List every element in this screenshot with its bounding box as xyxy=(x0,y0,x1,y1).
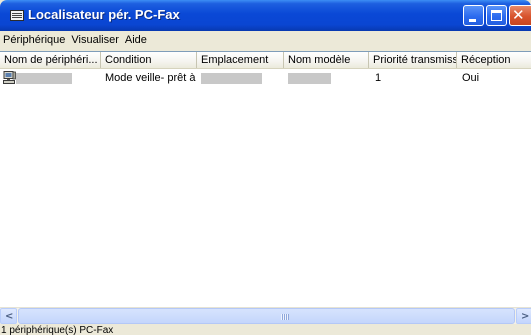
cell-emplacement xyxy=(197,70,284,86)
window-title: Localisateur pér. PC-Fax xyxy=(28,7,180,22)
column-header-nom-modele[interactable]: Nom modèle xyxy=(284,52,369,68)
status-bar: 1 périphérique(s) PC-Fax xyxy=(0,324,531,335)
cell-nom-modele xyxy=(284,70,369,86)
close-button[interactable]: ✕ xyxy=(509,5,531,26)
maximize-icon xyxy=(491,10,502,21)
minimize-button[interactable] xyxy=(463,5,484,26)
cell-nom xyxy=(0,70,101,86)
menu-bar: Périphérique Visualiser Aide xyxy=(0,31,531,49)
menu-peripherique[interactable]: Périphérique xyxy=(0,31,68,49)
scroll-right-button[interactable]: > xyxy=(516,308,531,324)
column-header-nom[interactable]: Nom de périphéri... xyxy=(0,52,101,68)
cell-reception: Oui xyxy=(462,72,480,84)
horizontal-scrollbar[interactable]: < > xyxy=(0,307,531,324)
chevron-left-icon: < xyxy=(5,311,14,322)
device-name-redacted xyxy=(16,73,72,84)
close-icon: ✕ xyxy=(512,6,525,24)
nom-modele-redacted xyxy=(288,72,331,84)
maximize-button[interactable] xyxy=(486,5,507,26)
grip-icon xyxy=(281,314,289,320)
status-text: 1 périphérique(s) PC-Fax xyxy=(1,325,114,335)
column-header-reception[interactable]: Réception xyxy=(457,52,531,68)
table-row[interactable]: Mode veille- prêt à f... 1 Oui xyxy=(0,70,531,86)
column-header-emplacement[interactable]: Emplacement xyxy=(197,52,284,68)
minimize-icon xyxy=(469,19,476,22)
pc-icon xyxy=(3,71,16,84)
emplacement-redacted xyxy=(201,72,262,84)
cell-condition: Mode veille- prêt à f... xyxy=(105,72,197,84)
menu-aide[interactable]: Aide xyxy=(122,31,150,49)
app-window: Localisateur pér. PC-Fax ✕ Périphérique … xyxy=(0,0,531,335)
cell-priorite: 1 xyxy=(375,72,382,84)
chevron-right-icon: > xyxy=(521,311,530,322)
device-list[interactable]: Nom de périphéri... Condition Emplacemen… xyxy=(0,51,531,307)
column-header-condition[interactable]: Condition xyxy=(101,52,197,68)
scrollbar-thumb[interactable] xyxy=(18,308,515,324)
scroll-left-button[interactable]: < xyxy=(0,308,17,324)
column-header-priorite[interactable]: Priorité transmission xyxy=(369,52,457,68)
app-icon xyxy=(10,10,24,21)
menu-visualiser[interactable]: Visualiser xyxy=(68,31,122,49)
title-bar[interactable]: Localisateur pér. PC-Fax ✕ xyxy=(0,0,531,31)
list-header: Nom de périphéri... Condition Emplacemen… xyxy=(0,52,531,69)
